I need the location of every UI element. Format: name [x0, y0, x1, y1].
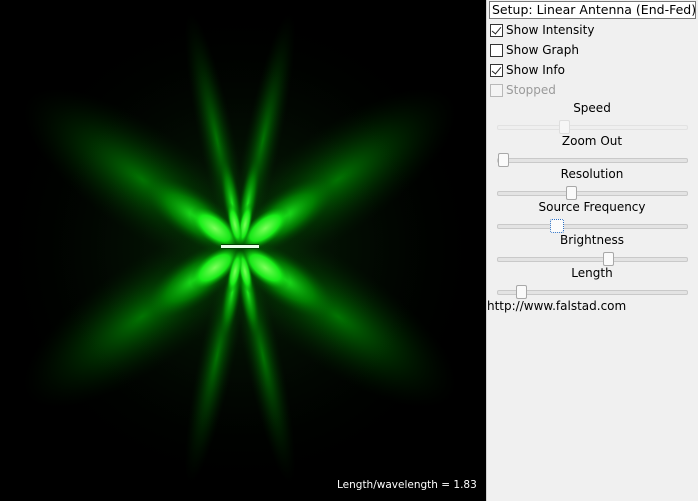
website-link[interactable]: http://www.falstad.com	[487, 299, 626, 313]
checkbox-box[interactable]	[490, 43, 503, 57]
resolution-slider[interactable]	[497, 186, 688, 200]
radiation-pattern	[0, 0, 486, 501]
zoom-out-slider-thumb[interactable]	[498, 153, 509, 167]
checkbox-box	[490, 83, 503, 97]
checkbox-label: Show Intensity	[506, 23, 595, 37]
resolution-slider-thumb[interactable]	[566, 186, 577, 200]
source-frequency-slider[interactable]	[497, 219, 688, 233]
antenna-element	[221, 245, 259, 248]
checkbox-box[interactable]	[490, 63, 503, 77]
brightness-slider[interactable]	[497, 252, 688, 266]
resolution-label: Resolution	[560, 167, 624, 181]
checkbox-label: Show Graph	[506, 43, 580, 57]
speed-slider-thumb[interactable]	[559, 120, 570, 134]
setup-dropdown[interactable]: Setup: Linear Antenna (End-Fed)	[489, 1, 696, 19]
source-frequency-slider-thumb[interactable]	[550, 219, 564, 233]
length-slider-thumb[interactable]	[516, 285, 527, 299]
checkbox-label: Show Info	[506, 63, 565, 77]
show-info-checkbox[interactable]: Show Info	[490, 61, 565, 79]
brightness-slider-thumb[interactable]	[603, 252, 614, 266]
stopped-checkbox: Stopped	[490, 81, 556, 99]
source-frequency-label: Source Frequency	[538, 200, 646, 214]
show-graph-checkbox[interactable]: Show Graph	[490, 41, 579, 59]
checkbox-box[interactable]	[490, 23, 503, 37]
length-slider[interactable]	[497, 285, 688, 299]
control-panel: Setup: Linear Antenna (End-Fed) Show Int…	[486, 0, 698, 501]
zoom-out-label: Zoom Out	[561, 134, 623, 148]
length-wavelength-readout: Length/wavelength = 1.83	[337, 479, 477, 491]
speed-label: Speed	[573, 101, 611, 115]
radiation-field-canvas[interactable]: Length/wavelength = 1.83	[0, 0, 486, 501]
speed-slider[interactable]	[497, 120, 688, 134]
length-label: Length	[571, 266, 613, 280]
zoom-out-slider[interactable]	[497, 153, 688, 167]
antenna-applet: Length/wavelength = 1.83 Setup: Linear A…	[0, 0, 698, 501]
show-intensity-checkbox[interactable]: Show Intensity	[490, 21, 594, 39]
brightness-label: Brightness	[560, 233, 624, 247]
checkbox-label: Stopped	[506, 83, 556, 97]
